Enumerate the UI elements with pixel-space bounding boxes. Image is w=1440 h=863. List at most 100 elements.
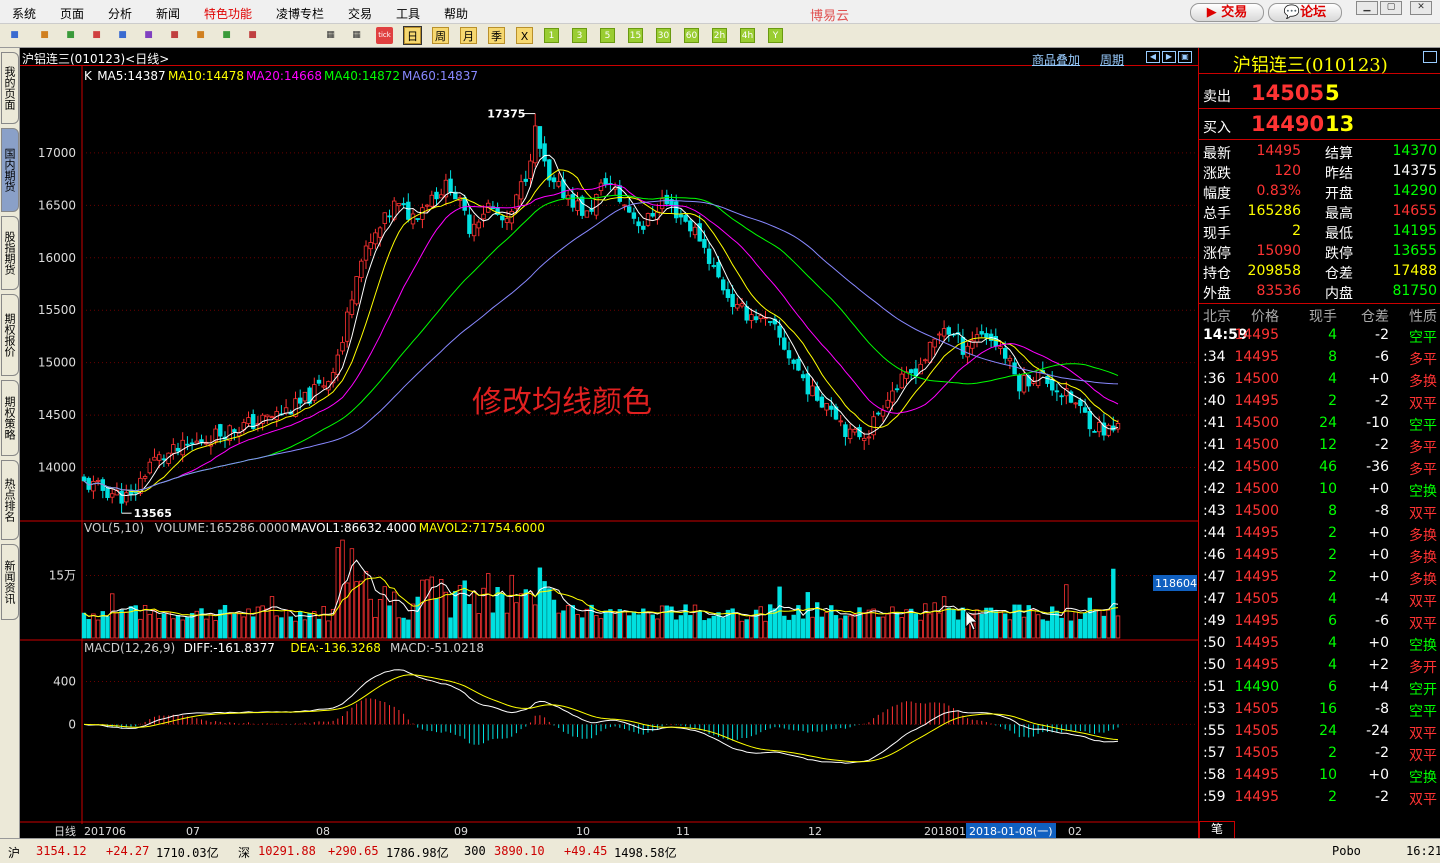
status-item: +49.45: [564, 844, 608, 858]
minimize-icon[interactable]: ▁: [1356, 1, 1378, 15]
pen-icon[interactable]: ■: [192, 27, 209, 44]
scroll-left-icon[interactable]: ◀: [1146, 51, 1160, 63]
tick-cell: 14495: [1234, 349, 1279, 365]
filter-icon[interactable]: ■: [244, 27, 261, 44]
tick-cell: :41: [1203, 415, 1226, 431]
toolbar: ■ ■ ■ ■ ■ ■ ■ ■ ■ ■ ▦ ▦ tick 日周月季 X 1 3 5 15 30 60 2h 4h Y: [0, 24, 1440, 48]
candle-body: [603, 178, 608, 185]
period-button-1[interactable]: 周: [432, 27, 449, 44]
tick-button[interactable]: tick: [376, 27, 393, 44]
home-icon[interactable]: ■: [36, 27, 53, 44]
tick-cell: :59: [1203, 789, 1226, 805]
scroll-right-icon[interactable]: ▶: [1162, 51, 1176, 63]
candle-body: [716, 261, 721, 278]
side-tab-1[interactable]: 国内期货: [1, 128, 19, 212]
candle-body: [500, 215, 505, 221]
box-icon[interactable]: ■: [62, 27, 79, 44]
panel-toggle-icon[interactable]: [1423, 51, 1437, 63]
volume-bar: [876, 616, 881, 639]
ask-row[interactable]: 卖出 14505 5: [1199, 78, 1440, 109]
period-button-7[interactable]: 5: [600, 28, 615, 43]
tick-cell: 双平: [1409, 792, 1437, 808]
candle-body: [636, 221, 641, 227]
volume-bar: [316, 618, 322, 639]
chart-area[interactable]: 沪铝连三(010123)<日线> 商品叠加 周期 ◀ ▶ ▣ 14000 1450…: [20, 48, 1198, 838]
candle-body: [171, 444, 176, 454]
side-tab-4[interactable]: 期权策略: [1, 380, 19, 456]
period-button-2[interactable]: 月: [460, 27, 477, 44]
menu-item-6[interactable]: 交易: [348, 5, 372, 22]
period-button-12[interactable]: 4h: [740, 28, 755, 43]
legend-item: VOLUME:165286.0000: [155, 521, 289, 535]
tick-cell: 双平: [1409, 594, 1437, 610]
candle-body: [124, 492, 129, 503]
period-button-4[interactable]: X: [516, 27, 533, 44]
menu-item-3[interactable]: 新闻: [156, 5, 180, 22]
candle-body: [819, 396, 825, 408]
candle-body: [777, 325, 782, 338]
volume-bar: [368, 598, 373, 639]
tick-cell: 双平: [1409, 396, 1437, 412]
candle-body: [246, 417, 251, 425]
candle-body: [438, 194, 444, 199]
side-tab-0[interactable]: 我的页面: [1, 52, 19, 124]
tick-header-cell: 性质: [1409, 309, 1437, 325]
period-button-0[interactable]: 日: [403, 26, 422, 45]
tick-row: :43 14500 8 -8 双平: [1199, 500, 1440, 522]
period-button-6[interactable]: 3: [572, 28, 587, 43]
tick-cell: :43: [1203, 503, 1226, 519]
side-tab-6[interactable]: 新闻资讯: [1, 544, 19, 620]
close-icon[interactable]: ✕: [1410, 1, 1432, 15]
zoom-icon[interactable]: ▣: [1178, 51, 1192, 63]
chart-icon[interactable]: ▦: [348, 27, 365, 44]
volume-bar: [909, 608, 914, 639]
menu-item-5[interactable]: 凌博专栏: [276, 5, 324, 22]
forum-button[interactable]: 💬论坛: [1268, 3, 1342, 22]
bid-row[interactable]: 买入 14490 13: [1199, 109, 1440, 140]
menu-item-0[interactable]: 系统: [12, 5, 36, 22]
volume-bar: [86, 619, 91, 639]
brush-icon[interactable]: ■: [218, 27, 235, 44]
volume-bar: [1078, 618, 1083, 639]
candle-body: [735, 303, 740, 309]
tick-tab[interactable]: 笔: [1199, 821, 1235, 838]
period-button-8[interactable]: 15: [628, 28, 643, 43]
volume-bar: [467, 604, 472, 639]
candle-body: [81, 476, 87, 482]
menu-item-1[interactable]: 页面: [60, 5, 84, 22]
kline-chart[interactable]: 14000 14500 15000 15500 16000 16500 17000 K MA5:…: [20, 66, 1198, 838]
volume-bar: [213, 620, 218, 639]
period-button-9[interactable]: 30: [656, 28, 671, 43]
period-button-3[interactable]: 季: [488, 27, 505, 44]
candle-body: [368, 242, 373, 250]
side-tab-3[interactable]: 期权报价: [1, 294, 19, 376]
window-icon[interactable]: ■: [166, 27, 183, 44]
search-icon[interactable]: ■: [140, 27, 157, 44]
tick-cell: +4: [1368, 679, 1389, 695]
back-icon[interactable]: ■: [6, 27, 23, 44]
menu-item-4[interactable]: 特色功能: [204, 5, 252, 22]
status-item: 1710.03亿: [156, 846, 219, 860]
tick-cell: :50: [1203, 657, 1226, 673]
volume-bar: [617, 609, 622, 639]
side-tab-5[interactable]: 热点排名: [1, 460, 19, 540]
maximize-icon[interactable]: ▢: [1380, 1, 1402, 15]
menu-item-7[interactable]: 工具: [396, 5, 420, 22]
search-icon[interactable]: ■: [114, 27, 131, 44]
volume-bar: [199, 608, 204, 639]
period-button-5[interactable]: 1: [544, 28, 559, 43]
period-button-13[interactable]: Y: [768, 28, 783, 43]
menu-item-8[interactable]: 帮助: [444, 5, 468, 22]
list-icon[interactable]: ▦: [322, 27, 339, 44]
volume-bar: [434, 598, 439, 639]
refresh-icon[interactable]: ■: [88, 27, 105, 44]
candle-body: [542, 143, 547, 162]
period-button-10[interactable]: 60: [684, 28, 699, 43]
period-button-11[interactable]: 2h: [712, 28, 727, 43]
side-tab-2[interactable]: 股指期货: [1, 216, 19, 290]
menu-item-2[interactable]: 分析: [108, 5, 132, 22]
candle-body: [749, 314, 754, 321]
tick-header-cell: 仓差: [1361, 309, 1389, 325]
candle-body: [316, 379, 322, 384]
trade-button[interactable]: ▶ 交易: [1190, 3, 1264, 22]
